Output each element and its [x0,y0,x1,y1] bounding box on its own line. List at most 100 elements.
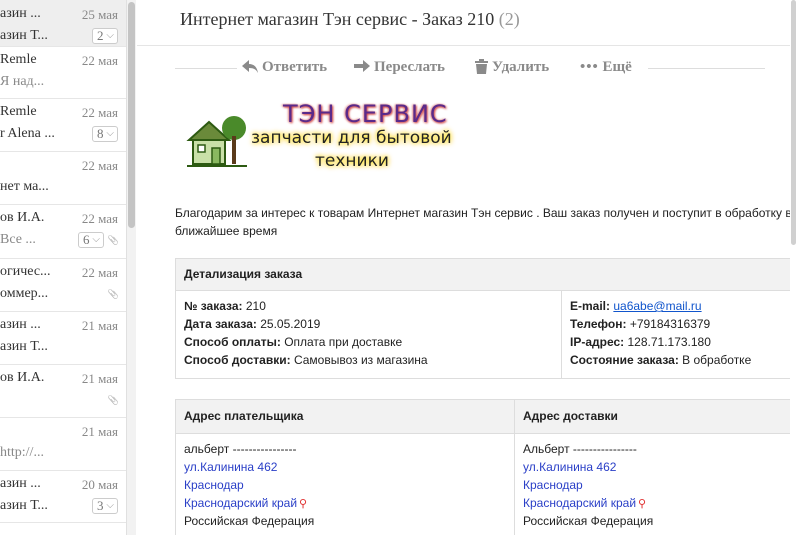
message-list-item[interactable]: http://... 21 мая [0,417,126,471]
detail-row: Телефон: +79184316379 [570,317,710,331]
detail-label: Телефон: [570,317,627,331]
delivery-address-header: Адрес доставки [523,409,618,423]
detail-label: № заказа: [184,299,243,313]
message-date: 21 мая [81,424,118,439]
more-label: Ещё [602,59,632,75]
order-details-table: Детализация заказа № заказа: 210 Дата зак… [175,258,797,379]
subject-title: Интернет магазин Тэн сервис - Заказ 210 [180,9,495,29]
message-date: 22 мая [81,265,118,280]
message-list-item[interactable]: азин ... азин Т... 21 мая [0,311,126,365]
message-date: 20 мая [81,477,118,492]
addresses-divider [514,400,515,535]
reading-pane: Интернет магазин Тэн сервис - Заказ 210 … [137,0,797,535]
logo-title: ТЭН СЕРВИС [283,100,448,128]
subject-snippet: оммер... [0,286,49,301]
sender-label: азин ... [0,6,41,21]
forward-button[interactable]: Переслать [354,59,445,76]
thread-count-value: 6 [83,232,90,247]
detail-row: № заказа: 210 [184,299,266,313]
detail-value: 128.71.173.180 [627,335,711,349]
map-pin-icon: ⚲ [638,498,647,510]
addresses-table: Адрес плательщика Адрес доставки альберт… [175,399,797,535]
thread-count-value: 8 [97,126,104,141]
subject-snippet: r Alena ... [0,126,55,141]
message-date: 22 мая [81,53,118,68]
more-button[interactable]: ••• Ещё [580,59,632,76]
chevron-down-icon: ⌵ [106,30,114,41]
thread-count-dropdown[interactable]: 3 ⌵ [92,498,118,514]
payer-region-link[interactable]: Краснодарский край ⚲ [184,496,307,510]
toolbar-rule-right [648,68,765,69]
sender-label: ов И.А. [0,370,45,385]
delete-button[interactable]: Удалить [475,59,549,76]
order-details-header: Детализация заказа [176,259,797,291]
detail-value: 25.05.2019 [260,317,321,331]
detail-row: E-mail: ua6abe@mail.ru [570,299,702,313]
chevron-down-icon: ⌵ [92,234,100,245]
logo-subtitle-2: техники [315,151,389,171]
thread-count-dropdown[interactable]: 6 ⌵ [78,232,104,248]
detail-row: Состояние заказа: В обработке [570,353,751,367]
detail-label: Дата заказа: [184,317,257,331]
message-date: 21 мая [81,371,118,386]
payer-city-link[interactable]: Краснодар [184,478,244,492]
message-list-scrollbar[interactable] [127,0,136,535]
detail-label: Способ оплаты: [184,335,281,349]
message-date: 22 мая [81,105,118,120]
message-list-item[interactable] [0,522,126,535]
payer-region-label: Краснодарский край [184,496,298,510]
scrollbar-thumb[interactable] [791,0,796,245]
attachment-icon: 📎 [107,395,119,405]
message-list-item[interactable]: азин ... азин Т... 20 мая 3 ⌵ [0,470,126,523]
thread-count: (2) [498,9,520,29]
thread-count-value: 3 [97,498,104,513]
delivery-street-link[interactable]: ул.Калинина 462 [523,460,616,474]
message-date: 21 мая [81,318,118,333]
message-list-item[interactable]: ов И.А. 21 мая 📎 [0,364,126,418]
delivery-region-link[interactable]: Краснодарский край ⚲ [523,496,646,510]
order-details-left: № заказа: 210 Дата заказа: 25.05.2019 Спос… [176,291,562,379]
subject-snippet: Все ... [0,232,36,247]
message-list-item[interactable]: Remle r Alena ... 22 мая 8 ⌵ [0,98,126,152]
more-dots-icon: ••• [580,59,599,75]
sender-label: Remle [0,52,37,67]
message-list-item[interactable]: нет ма... 22 мая [0,151,126,205]
reply-icon [242,60,258,73]
message-list-item[interactable]: ов И.А. Все ... 22 мая 6 ⌵ 📎 [0,204,126,259]
detail-row: Способ оплаты: Оплата при доставке [184,335,402,349]
delete-label: Удалить [492,59,550,75]
thread-count-value: 2 [97,28,104,43]
trash-icon [475,59,488,74]
email-link[interactable]: ua6abe@mail.ru [613,299,701,313]
subject-snippet: азин Т... [0,28,48,43]
message-subject: Интернет магазин Тэн сервис - Заказ 210 … [180,9,520,30]
detail-label: Способ доставки: [184,353,291,367]
intro-text: Благодарим за интерес к товарам Интернет… [175,206,792,238]
payer-street-link[interactable]: ул.Калинина 462 [184,460,277,474]
detail-label: E-mail: [570,299,611,313]
thread-count-dropdown[interactable]: 2 ⌵ [92,28,118,44]
message-date: 25 мая [81,7,118,22]
detail-label: IP-адрес: [570,335,625,349]
sender-label: ов И.А. [0,210,45,225]
sender-label: азин ... [0,476,41,491]
reply-button[interactable]: Ответить [242,59,327,76]
delivery-city-link[interactable]: Краснодар [523,478,583,492]
message-list-item[interactable]: азин ... азин Т... 25 мая 2 ⌵ [0,0,126,47]
subject-snippet: азин Т... [0,498,48,513]
reading-pane-scrollbar[interactable] [790,0,797,535]
message-list-item[interactable]: огичес... оммер... 22 мая 📎 [0,258,126,312]
forward-label: Переслать [374,59,445,75]
attachment-icon: 📎 [107,289,119,299]
message-list-item[interactable]: Remle Я над... 22 мая [0,46,126,99]
message-date: 22 мая [81,158,118,173]
message-date: 22 мая [81,211,118,226]
payer-country: Российская Федерация [184,514,315,528]
thread-count-dropdown[interactable]: 8 ⌵ [92,126,118,142]
detail-value: В обработке [682,353,752,367]
delivery-name: Альберт ---------------- [523,442,637,456]
sender-label: огичес... [0,264,51,279]
scrollbar-thumb[interactable] [128,2,135,228]
subject-snippet: Я над... [0,74,45,89]
detail-value: +79184316379 [629,317,711,331]
